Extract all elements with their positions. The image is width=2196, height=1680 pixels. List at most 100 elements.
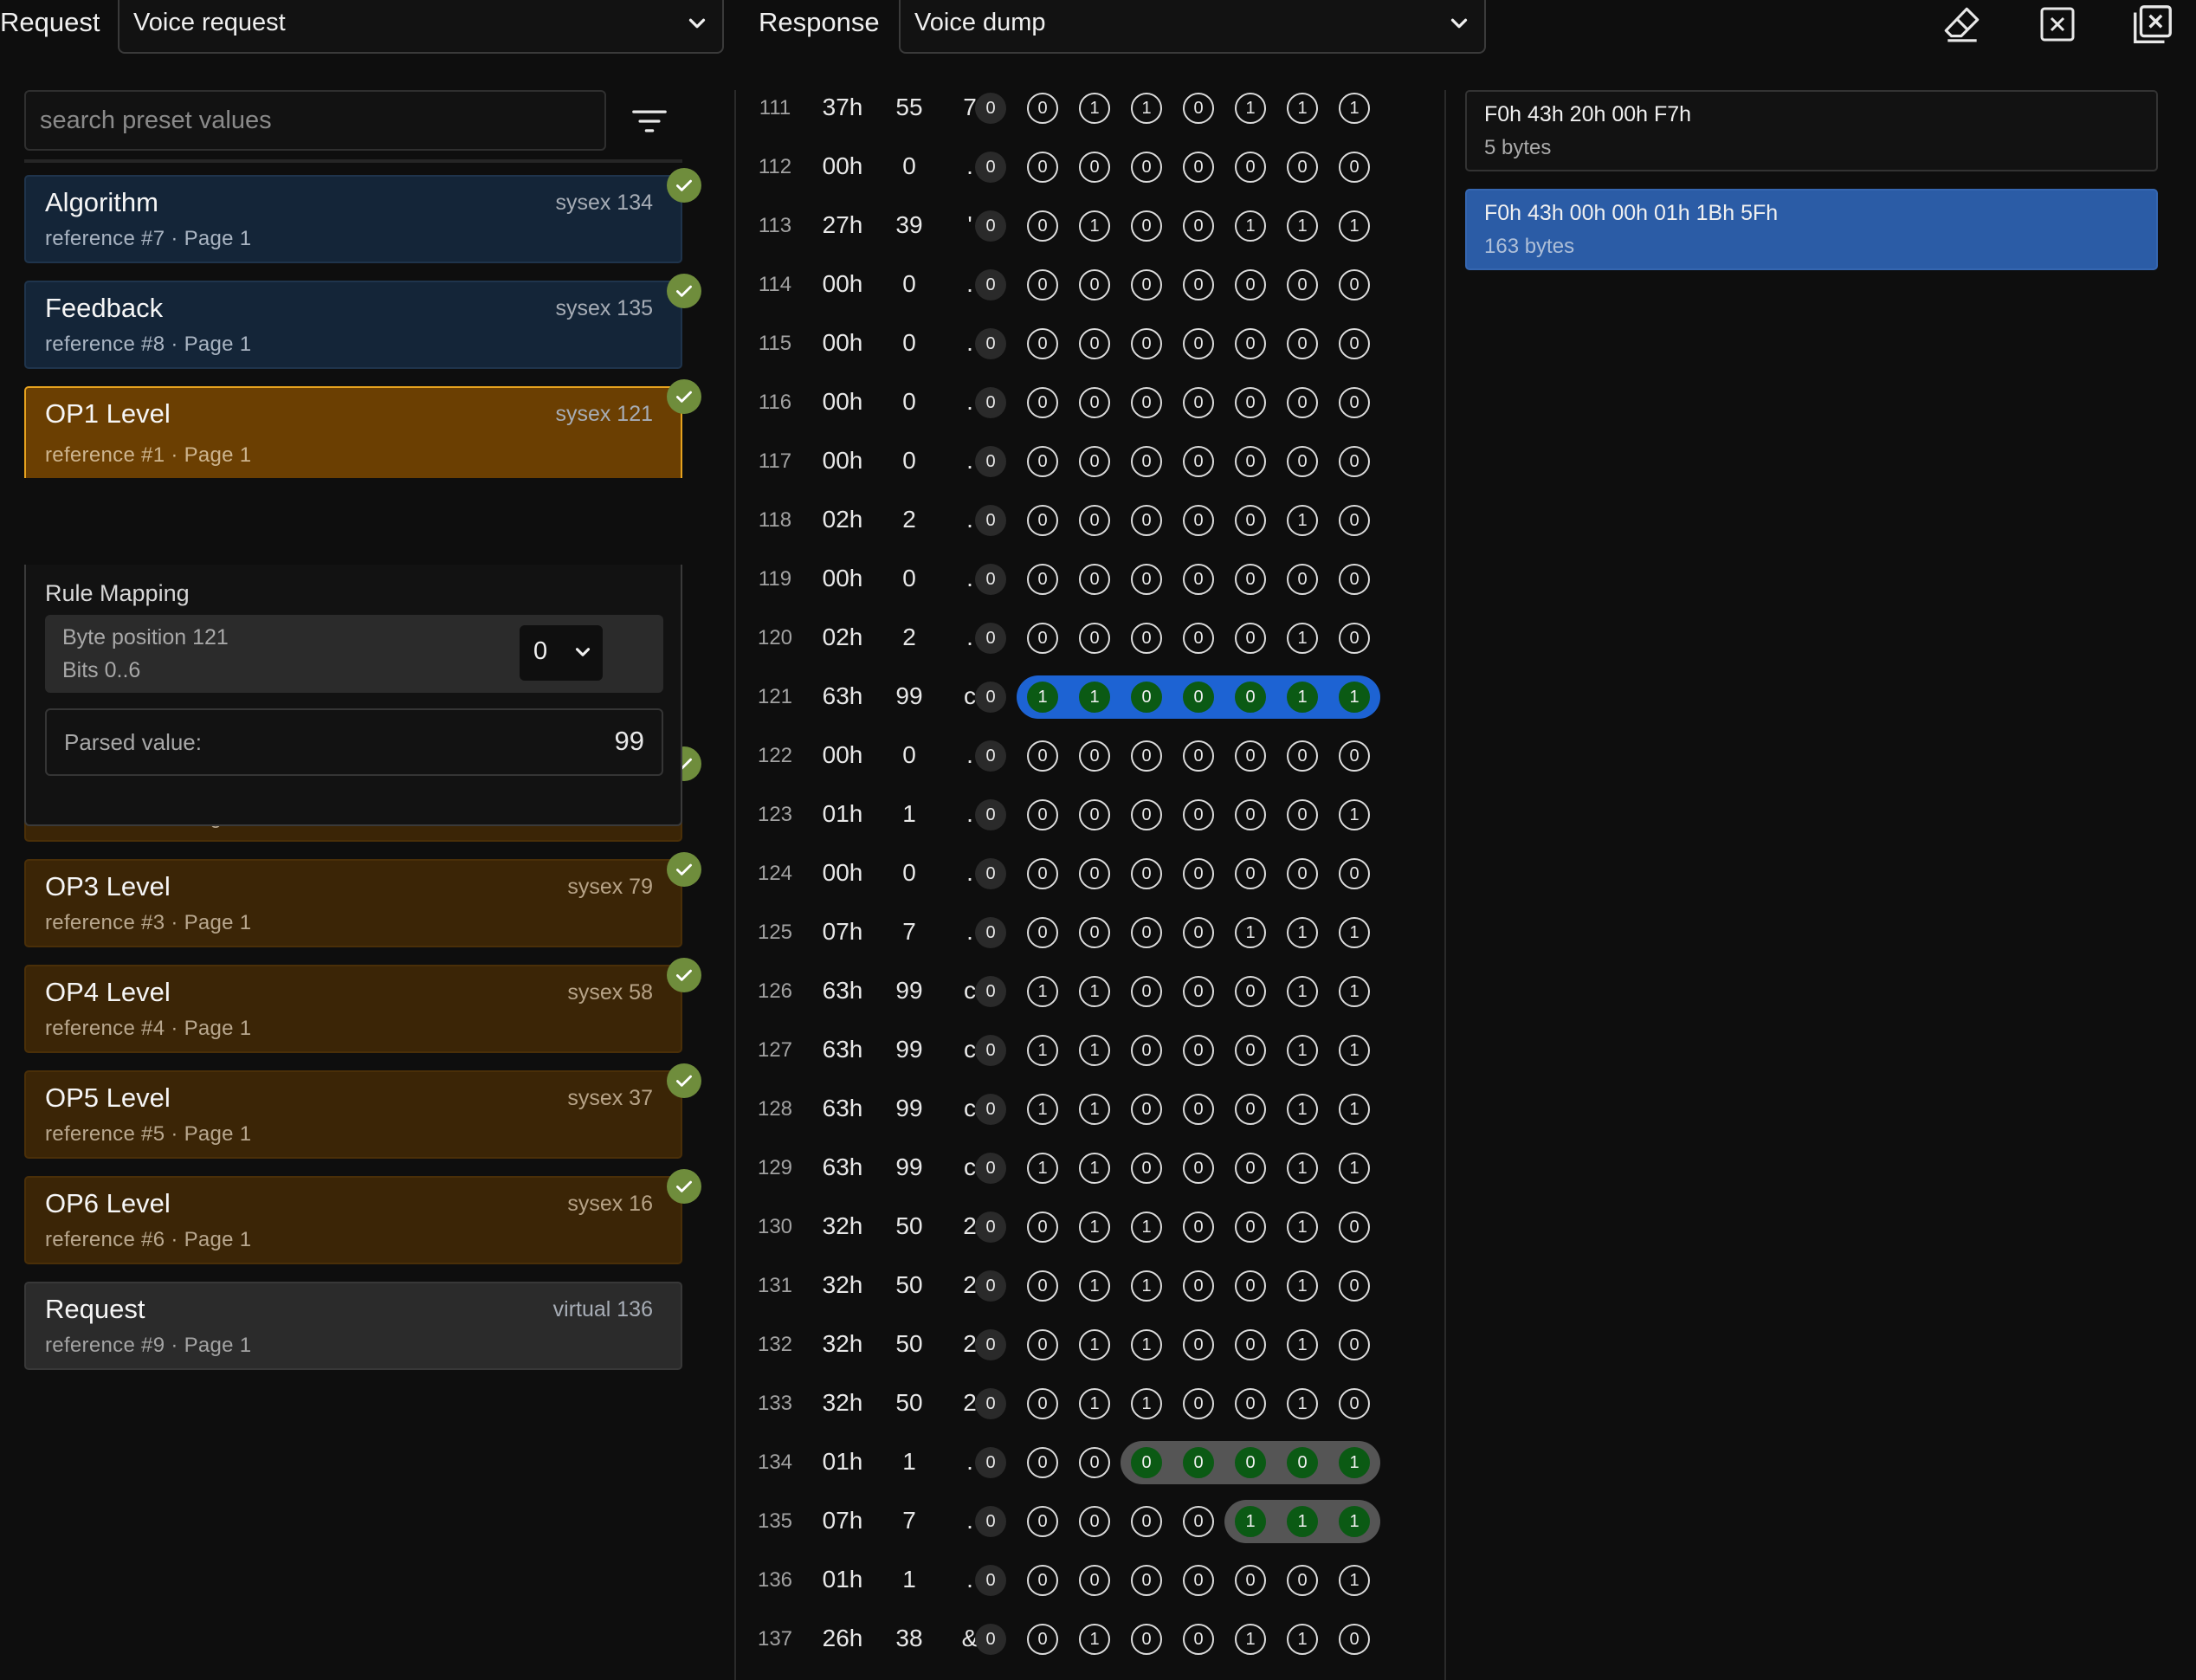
bit-toggle[interactable]: 0 [1027, 1624, 1058, 1655]
dump-row[interactable]: 117 00h 0. 0 0 0 0 0 0 0 0 [736, 431, 1446, 490]
bit-toggle[interactable]: 0 [1339, 387, 1370, 418]
bit-toggle[interactable]: 0 [1287, 328, 1318, 359]
bit-toggle[interactable]: 1 [1287, 505, 1318, 536]
bit-toggle[interactable]: 1 [1079, 1094, 1110, 1125]
bit-toggle[interactable]: 0 [1027, 623, 1058, 654]
bit-toggle[interactable]: 0 [1235, 564, 1266, 595]
bit-toggle[interactable]: 0 [1287, 858, 1318, 889]
dump-row[interactable]: 126 63h 99 c 0 1 1 0 0 0 1 1 [736, 961, 1446, 1020]
dump-row[interactable]: 118 02h 2. 0 0 0 0 0 0 1 0 [736, 490, 1446, 549]
dump-row[interactable]: 121 63h 99 c 0 1 1 0 0 0 1 1 [736, 667, 1446, 726]
preset-card[interactable]: OP5 Level sysex 37 reference #5 · Page 1 [24, 1063, 701, 1159]
response-select[interactable]: Voice dump [899, 0, 1486, 54]
bit-toggle[interactable]: 0 [1183, 917, 1214, 948]
bit-toggle[interactable]: 1 [1079, 1212, 1110, 1243]
dump-row[interactable]: 134 01h 1. 0 0 0 0 0 0 0 1 [736, 1432, 1446, 1491]
bit-toggle[interactable]: 0 [1287, 799, 1318, 830]
dump-row[interactable]: 125 07h 7. 0 0 0 0 0 1 1 1 [736, 902, 1446, 961]
bit-toggle[interactable]: 0 [1079, 858, 1110, 889]
bit-toggle[interactable]: 1 [1339, 210, 1370, 242]
bit-toggle[interactable]: 0 [1235, 1035, 1266, 1066]
bit-toggle[interactable]: 0 [1079, 152, 1110, 183]
dump-row[interactable]: 116 00h 0. 0 0 0 0 0 0 0 0 [736, 372, 1446, 431]
bit-toggle[interactable]: 0 [1183, 1447, 1214, 1478]
bit-toggle[interactable]: 0 [1183, 269, 1214, 300]
bit-toggle[interactable]: 1 [1079, 976, 1110, 1007]
bit-toggle[interactable]: 1 [1339, 976, 1370, 1007]
bit-toggle[interactable]: 0 [1235, 740, 1266, 772]
dump-row[interactable]: 135 07h 7. 0 0 0 0 0 1 1 1 [736, 1491, 1446, 1550]
dump-row[interactable]: 132 32h 50 2 0 0 1 1 0 0 1 0 [736, 1315, 1446, 1373]
bit-toggle[interactable]: 0 [1027, 740, 1058, 772]
bit-toggle[interactable]: 0 [1027, 799, 1058, 830]
bit-toggle[interactable]: 1 [1339, 1447, 1370, 1478]
bit-toggle[interactable]: 0 [1079, 799, 1110, 830]
bit-toggle[interactable]: 0 [1339, 1388, 1370, 1419]
bit-toggle[interactable]: 0 [1079, 1506, 1110, 1537]
bit-toggle[interactable]: 0 [1183, 1035, 1214, 1066]
bit-toggle[interactable]: 0 [1183, 1329, 1214, 1360]
bit-toggle[interactable]: 0 [1183, 1094, 1214, 1125]
bit-toggle[interactable]: 0 [1235, 858, 1266, 889]
bit-toggle[interactable]: 0 [1027, 858, 1058, 889]
bit-toggle[interactable]: 1 [1027, 976, 1058, 1007]
bit-toggle[interactable]: 0 [1287, 740, 1318, 772]
eraser-icon[interactable] [1938, 0, 1986, 48]
bit-toggle[interactable]: 0 [1027, 917, 1058, 948]
bit-toggle[interactable]: 0 [1339, 505, 1370, 536]
bit-toggle[interactable]: 0 [1079, 917, 1110, 948]
bit-toggle[interactable]: 0 [1183, 446, 1214, 477]
bit-toggle[interactable]: 0 [1339, 623, 1370, 654]
bit-toggle[interactable]: 0 [1131, 152, 1162, 183]
dump-row[interactable]: 111 37h 55 7 0 0 1 1 0 1 1 1 [736, 78, 1446, 137]
sysex-message-item[interactable]: F0h 43h 00h 00h 01h 1Bh 5Fh 163 bytes [1465, 189, 2158, 270]
close-box-icon[interactable] [2033, 0, 2082, 48]
bit-toggle[interactable]: 0 [1339, 328, 1370, 359]
bit-toggle[interactable]: 1 [1287, 1212, 1318, 1243]
bit-toggle[interactable]: 0 [1235, 799, 1266, 830]
bit-toggle[interactable]: 0 [1235, 1329, 1266, 1360]
dump-row[interactable]: 112 00h 0. 0 0 0 0 0 0 0 0 [736, 137, 1446, 196]
bit-toggle[interactable]: 1 [1235, 210, 1266, 242]
bit-toggle[interactable]: 0 [1027, 328, 1058, 359]
bit-toggle[interactable]: 0 [1235, 269, 1266, 300]
bit-toggle[interactable]: 0 [1235, 328, 1266, 359]
bit-toggle[interactable]: 1 [1287, 1153, 1318, 1184]
bit-toggle[interactable]: 0 [1339, 1270, 1370, 1302]
bit-toggle[interactable]: 1 [1339, 917, 1370, 948]
bit-toggle[interactable]: 1 [1079, 1388, 1110, 1419]
bit-toggle[interactable]: 1 [1339, 1565, 1370, 1596]
bit-toggle[interactable]: 0 [1131, 328, 1162, 359]
filter-icon[interactable] [630, 104, 668, 139]
dump-row[interactable]: 129 63h 99 c 0 1 1 0 0 0 1 1 [736, 1138, 1446, 1197]
bit-toggle[interactable]: 0 [1027, 1388, 1058, 1419]
bit-toggle[interactable]: 0 [1183, 210, 1214, 242]
bit-toggle[interactable]: 1 [1287, 210, 1318, 242]
bit-toggle[interactable]: 1 [1235, 917, 1266, 948]
preset-card[interactable]: Algorithm sysex 134 reference #7 · Page 1 [24, 168, 701, 263]
bit-toggle[interactable]: 1 [1131, 1212, 1162, 1243]
bit-toggle[interactable]: 1 [1131, 1270, 1162, 1302]
bit-toggle[interactable]: 0 [1183, 1212, 1214, 1243]
bit-toggle[interactable]: 0 [1339, 1329, 1370, 1360]
dump-row[interactable]: 120 02h 2. 0 0 0 0 0 0 1 0 [736, 608, 1446, 667]
bit-toggle[interactable]: 0 [1079, 564, 1110, 595]
bit-toggle[interactable]: 0 [1027, 269, 1058, 300]
bit-toggle[interactable]: 0 [1079, 269, 1110, 300]
bit-toggle[interactable]: 0 [1079, 623, 1110, 654]
dump-row[interactable]: 113 27h 39 ' 0 0 1 0 0 1 1 1 [736, 196, 1446, 255]
bit-toggle[interactable]: 0 [1027, 446, 1058, 477]
bit-toggle[interactable]: 1 [1079, 1153, 1110, 1184]
bit-toggle[interactable]: 0 [1183, 152, 1214, 183]
bit-toggle[interactable]: 0 [1131, 1565, 1162, 1596]
bit-toggle[interactable]: 0 [1131, 1153, 1162, 1184]
bit-toggle[interactable]: 1 [1339, 1506, 1370, 1537]
bit-toggle[interactable]: 0 [1131, 446, 1162, 477]
bit-toggle[interactable]: 0 [1183, 1565, 1214, 1596]
bit-toggle[interactable]: 0 [1183, 623, 1214, 654]
bit-toggle[interactable]: 0 [1027, 505, 1058, 536]
bit-toggle[interactable]: 0 [1183, 799, 1214, 830]
preset-card[interactable]: OP6 Level sysex 16 reference #6 · Page 1 [24, 1169, 701, 1264]
bit-toggle[interactable]: 0 [1079, 505, 1110, 536]
bit-toggle[interactable]: 1 [1287, 93, 1318, 124]
